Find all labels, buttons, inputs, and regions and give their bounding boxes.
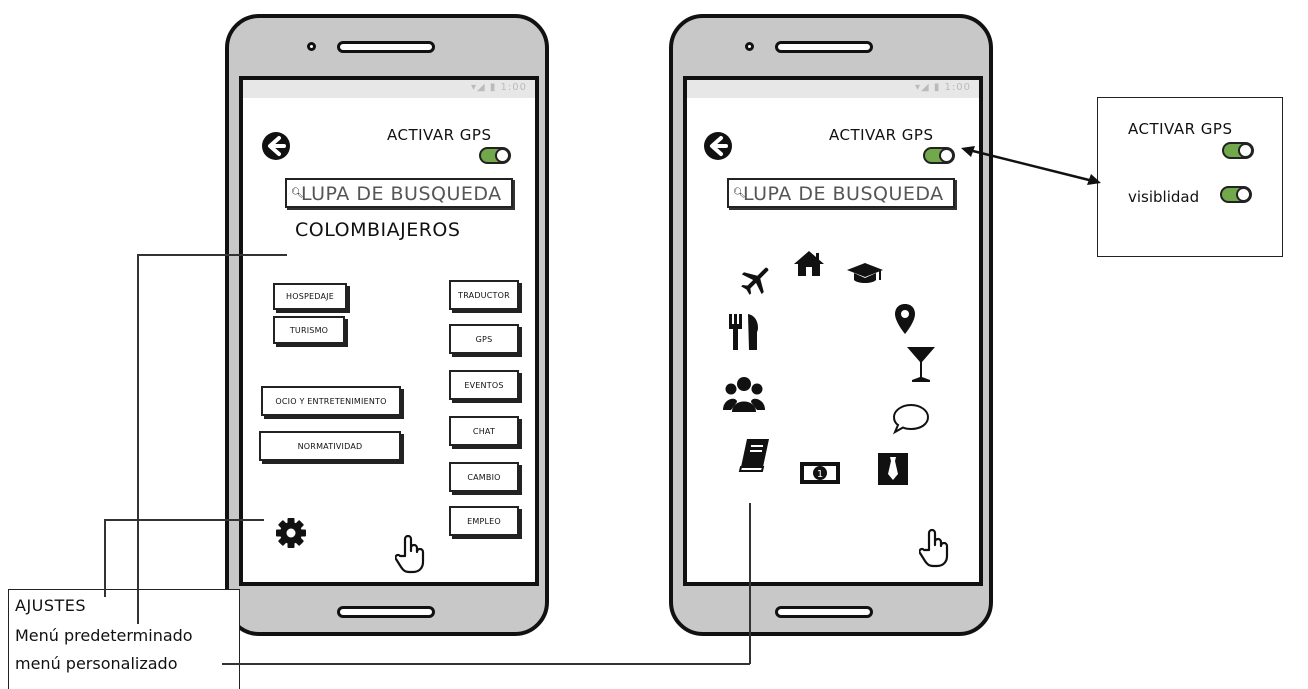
users-icon[interactable] bbox=[723, 376, 765, 414]
eventos-button[interactable]: EVENTOS bbox=[449, 370, 519, 400]
empleo-button[interactable]: EMPLEO bbox=[449, 506, 519, 536]
ajustes-label: AJUSTES bbox=[15, 596, 87, 615]
legend-box: AJUSTES Menú predeterminado menú persona… bbox=[8, 589, 240, 689]
menu-personalizado-label: menú personalizado bbox=[15, 654, 178, 673]
right-screen: ▾◢ ▮ 1:00 ACTIVAR GPS 🔍︎ LUPA DE BUSQUED… bbox=[683, 76, 983, 586]
activar-gps-label: ACTIVAR GPS bbox=[387, 126, 492, 144]
predeterminado-connector bbox=[137, 254, 287, 256]
camera-icon bbox=[307, 42, 316, 51]
gps-toggle[interactable] bbox=[479, 147, 511, 164]
hand-cursor-icon bbox=[395, 534, 425, 574]
visibility-callout: ACTIVAR GPS visiblidad bbox=[1097, 97, 1283, 257]
back-arrow-icon[interactable] bbox=[261, 131, 291, 161]
left-phone: ▾◢ ▮ 1:00 ACTIVAR GPS 🔍︎ LUPA DE BUSQUED… bbox=[225, 14, 549, 636]
search-input[interactable]: 🔍︎ LUPA DE BUSQUEDA bbox=[727, 178, 955, 208]
graduation-cap-icon[interactable] bbox=[845, 260, 885, 288]
search-input[interactable]: 🔍︎ LUPA DE BUSQUEDA bbox=[285, 178, 513, 208]
activar-gps-label: ACTIVAR GPS bbox=[829, 126, 934, 144]
speaker-icon bbox=[775, 41, 873, 53]
predeterminado-connector-vertical bbox=[137, 254, 139, 624]
ajustes-connector bbox=[104, 519, 264, 521]
callout-activar-gps-label: ACTIVAR GPS bbox=[1128, 120, 1233, 138]
hospedaje-button[interactable]: HOSPEDAJE bbox=[273, 283, 347, 310]
home-icon[interactable] bbox=[792, 248, 826, 278]
right-phone: ▾◢ ▮ 1:00 ACTIVAR GPS 🔍︎ LUPA DE BUSQUED… bbox=[669, 14, 993, 636]
status-bar: ▾◢ ▮ 1:00 bbox=[687, 80, 979, 98]
search-placeholder: LUPA DE BUSQUEDA bbox=[301, 183, 502, 205]
home-bar-icon[interactable] bbox=[337, 606, 435, 618]
tie-icon[interactable] bbox=[877, 452, 909, 486]
menu-predeterminado-label: Menú predeterminado bbox=[15, 626, 193, 645]
status-bar: ▾◢ ▮ 1:00 bbox=[243, 80, 535, 98]
personalizado-connector-vertical bbox=[749, 503, 751, 664]
gps-button[interactable]: GPS bbox=[449, 324, 519, 354]
turismo-button[interactable]: TURISMO bbox=[273, 316, 345, 344]
ajustes-connector-vertical bbox=[104, 519, 106, 597]
back-arrow-icon[interactable] bbox=[703, 131, 733, 161]
ocio-button[interactable]: OCIO Y ENTRETENIMIENTO bbox=[261, 386, 401, 416]
plane-icon[interactable] bbox=[739, 263, 773, 297]
traductor-button[interactable]: TRADUCTOR bbox=[449, 280, 519, 310]
cambio-button[interactable]: CAMBIO bbox=[449, 462, 519, 492]
callout-gps-toggle[interactable] bbox=[1222, 142, 1254, 159]
hand-cursor-icon bbox=[919, 528, 949, 568]
app-title: COLOMBIAJEROS bbox=[295, 219, 461, 241]
chat-bubble-icon[interactable] bbox=[891, 402, 931, 436]
svg-text:1: 1 bbox=[817, 469, 823, 480]
callout-arrow bbox=[961, 146, 1101, 185]
home-bar-icon[interactable] bbox=[775, 606, 873, 618]
book-icon[interactable] bbox=[737, 437, 771, 473]
camera-icon bbox=[745, 42, 754, 51]
map-marker-icon[interactable] bbox=[893, 302, 917, 336]
personalizado-connector bbox=[222, 663, 750, 665]
search-placeholder: LUPA DE BUSQUEDA bbox=[743, 183, 944, 205]
visibilidad-label: visiblidad bbox=[1128, 188, 1200, 206]
gear-icon[interactable] bbox=[275, 517, 307, 549]
visibilidad-toggle[interactable] bbox=[1220, 186, 1252, 203]
speaker-icon bbox=[337, 41, 435, 53]
money-icon[interactable]: 1 bbox=[799, 460, 841, 486]
left-screen: ▾◢ ▮ 1:00 ACTIVAR GPS 🔍︎ LUPA DE BUSQUED… bbox=[239, 76, 539, 586]
normatividad-button[interactable]: NORMATIVIDAD bbox=[259, 431, 401, 461]
restaurant-icon[interactable] bbox=[727, 312, 761, 352]
chat-button[interactable]: CHAT bbox=[449, 416, 519, 446]
gps-toggle[interactable] bbox=[923, 147, 955, 164]
cocktail-icon[interactable] bbox=[905, 344, 937, 384]
